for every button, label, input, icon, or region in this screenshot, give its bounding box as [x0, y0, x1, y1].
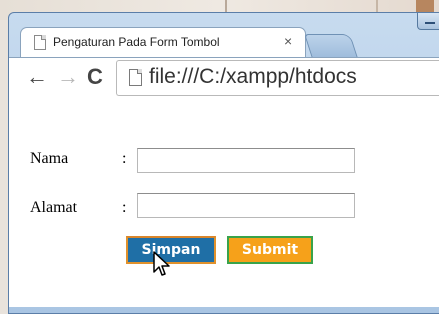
nama-colon: : [122, 150, 127, 167]
alamat-label: Alamat [30, 199, 78, 216]
alamat-input[interactable] [137, 193, 355, 218]
reload-icon[interactable]: C [87, 64, 103, 90]
forward-icon[interactable]: → [57, 64, 79, 90]
minimize-button[interactable] [417, 13, 439, 30]
minimize-icon [425, 22, 435, 24]
back-icon[interactable]: ← [26, 64, 48, 90]
page-icon [34, 35, 46, 50]
browser-tab[interactable]: Pengaturan Pada Form Tombol × [20, 27, 306, 58]
tab-title: Pengaturan Pada Form Tombol [53, 35, 220, 49]
mouse-cursor-icon [153, 251, 170, 276]
nama-input[interactable] [137, 148, 355, 173]
page-icon [129, 69, 142, 86]
new-tab-button[interactable] [304, 34, 358, 58]
browser-toolbar: ← → C file:///C:/xampp/htdocs [9, 57, 439, 100]
submit-button[interactable]: Submit [227, 236, 313, 264]
close-icon[interactable]: × [284, 33, 292, 49]
url-text: file:///C:/xampp/htdocs [149, 65, 357, 88]
alamat-colon: : [122, 199, 127, 216]
address-bar[interactable]: file:///C:/xampp/htdocs [116, 60, 439, 96]
page-content: Nama : Alamat : Simpan Submit [9, 100, 439, 307]
nama-label: Nama [30, 150, 69, 167]
